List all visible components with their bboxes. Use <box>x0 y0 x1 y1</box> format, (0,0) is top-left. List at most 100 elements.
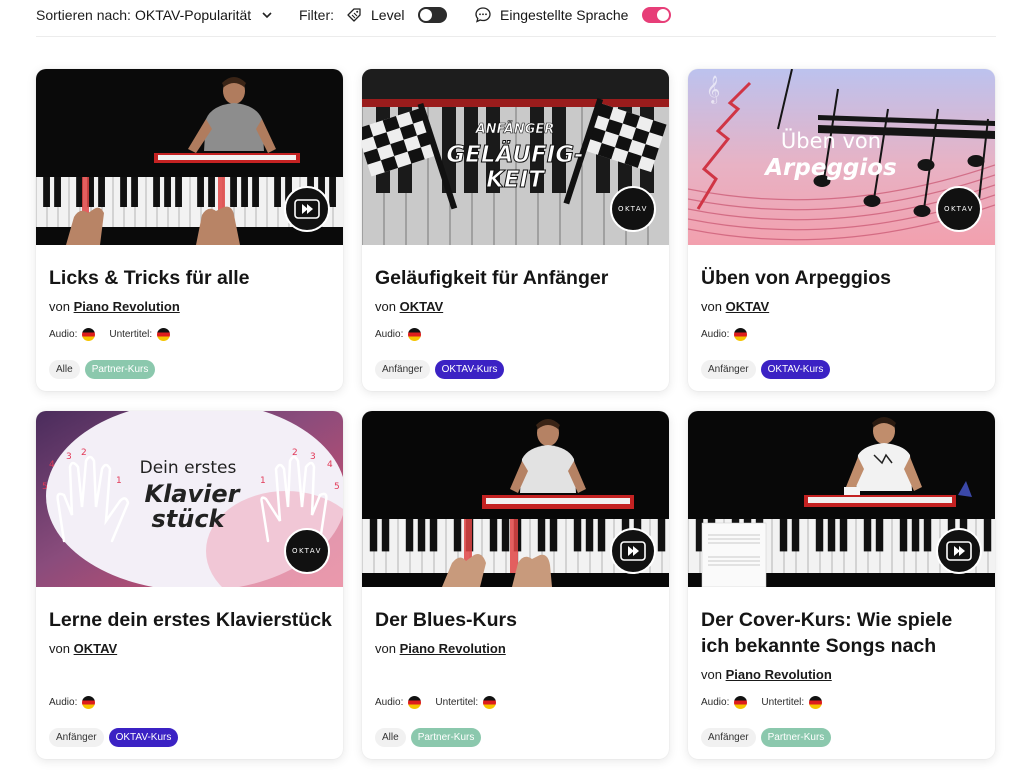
course-thumbnail: ANFÄNGER GELÄUFIG- KEIT OKTAV <box>362 69 669 245</box>
play-badge <box>284 186 330 232</box>
play-icon <box>620 541 646 561</box>
oktav-logo-text: OKTAV <box>292 547 322 555</box>
audio-label: Audio: <box>49 329 78 340</box>
language-toggle[interactable] <box>642 7 672 23</box>
course-tags: Anfänger OKTAV-Kurs <box>701 360 831 379</box>
course-tags: Anfänger Partner-Kurs <box>701 728 832 747</box>
audio-label: Audio: <box>701 329 730 340</box>
language-info: Audio: Untertitel: <box>701 696 823 709</box>
course-card-gelaeufigkeit[interactable]: ANFÄNGER GELÄUFIG- KEIT OKTAV Geläufigke… <box>362 69 669 391</box>
thumb-text-line1: ANFÄNGER <box>475 121 555 137</box>
course-title: Licks & Tricks für alle <box>49 267 250 289</box>
language-info: Audio: <box>701 328 748 341</box>
author-link[interactable]: OKTAV <box>74 641 118 656</box>
author-prefix: von <box>49 641 70 656</box>
level-filter[interactable]: Level <box>346 0 448 30</box>
course-card-blues[interactable]: Der Blues-Kurs von Piano Revolution Audi… <box>362 411 669 759</box>
course-author: von OKTAV <box>375 299 443 314</box>
course-thumbnail: 5 4 3 2 1 1 2 3 4 5 Dein erstes Klavier … <box>36 411 343 587</box>
german-flag-icon <box>157 328 171 341</box>
author-prefix: von <box>375 641 396 656</box>
thumb-text-line2: Klavier <box>144 480 241 508</box>
course-title: Der Cover-Kurs: Wie spiele ich bekannte … <box>701 609 953 657</box>
toggle-knob <box>420 9 433 21</box>
audio-label: Audio: <box>375 697 404 708</box>
language-info: Audio: Untertitel: <box>375 696 497 709</box>
german-flag-icon <box>483 696 497 709</box>
level-label: Level <box>371 7 405 23</box>
subtitle-label: Untertitel: <box>435 697 479 708</box>
course-thumbnail <box>36 69 343 245</box>
finger-number: 2 <box>81 448 87 458</box>
chevron-down-icon <box>262 12 272 19</box>
course-thumbnail <box>362 411 669 587</box>
language-info: Audio: Untertitel: <box>49 328 171 341</box>
finger-number: 5 <box>334 482 340 492</box>
oktav-logo-text: OKTAV <box>944 205 974 213</box>
finger-number: 3 <box>66 452 72 462</box>
audio-label: Audio: <box>701 697 730 708</box>
sort-dropdown[interactable]: OKTAV-Popularität <box>135 0 273 30</box>
course-card-erstes-klavierstueck[interactable]: 5 4 3 2 1 1 2 3 4 5 Dein erstes Klavier … <box>36 411 343 759</box>
course-author: von Piano Revolution <box>375 641 506 656</box>
play-icon <box>946 541 972 561</box>
course-card-arpeggios[interactable]: 𝄞 Üben von Arpeggios OKTAV Üben von Arpe… <box>688 69 995 391</box>
tag-icon <box>347 8 361 22</box>
course-author: von Piano Revolution <box>701 667 832 682</box>
course-title: Üben von Arpeggios <box>701 267 891 289</box>
course-card-cover[interactable]: Der Cover-Kurs: Wie spiele ich bekannte … <box>688 411 995 759</box>
thumb-text-line2: Arpeggios <box>763 155 897 181</box>
level-tag: Anfänger <box>49 728 104 747</box>
filter-bar: Sortieren nach: OKTAV-Popularität Filter… <box>36 0 996 37</box>
course-author: von Piano Revolution <box>49 299 180 314</box>
course-title: Der Blues-Kurs <box>375 609 517 631</box>
sort-value: OKTAV-Popularität <box>135 7 252 23</box>
german-flag-icon <box>809 696 823 709</box>
chat-bubble-icon <box>475 7 491 23</box>
german-flag-icon <box>734 696 748 709</box>
author-link[interactable]: OKTAV <box>400 299 444 314</box>
thumb-text-line1: Dein erstes <box>140 458 237 478</box>
level-tag: Alle <box>49 360 80 379</box>
author-link[interactable]: Piano Revolution <box>74 299 180 314</box>
author-link[interactable]: OKTAV <box>726 299 770 314</box>
level-tag: Anfänger <box>375 360 430 379</box>
thumb-text-line3: KEIT <box>486 167 546 193</box>
course-title: Geläufigkeit für Anfänger <box>375 267 609 289</box>
thumb-text-line1: Üben von <box>781 128 881 153</box>
german-flag-icon <box>408 696 422 709</box>
course-tags: Alle Partner-Kurs <box>49 360 156 379</box>
oktav-badge: OKTAV <box>284 528 330 574</box>
subtitle-label: Untertitel: <box>761 697 805 708</box>
course-tags: Anfänger OKTAV-Kurs <box>49 728 179 747</box>
language-info: Audio: <box>49 696 96 709</box>
german-flag-icon <box>82 328 96 341</box>
finger-number: 4 <box>327 460 333 470</box>
author-link[interactable]: Piano Revolution <box>726 667 832 682</box>
subtitle-label: Untertitel: <box>109 329 153 340</box>
language-filter[interactable]: Eingestellte Sprache <box>474 0 672 30</box>
oktav-badge: OKTAV <box>936 186 982 232</box>
author-prefix: von <box>701 667 722 682</box>
course-card-licks-tricks[interactable]: Licks & Tricks für alle von Piano Revolu… <box>36 69 343 391</box>
language-label: Eingestellte Sprache <box>500 7 629 23</box>
author-prefix: von <box>49 299 70 314</box>
audio-label: Audio: <box>375 329 404 340</box>
oktav-badge: OKTAV <box>610 186 656 232</box>
finger-number: 5 <box>42 482 48 492</box>
sort-label: Sortieren nach: <box>36 7 131 23</box>
author-link[interactable]: Piano Revolution <box>400 641 506 656</box>
level-tag: Anfänger <box>701 728 756 747</box>
course-tags: Alle Partner-Kurs <box>375 728 482 747</box>
level-toggle[interactable] <box>418 7 448 23</box>
course-tags: Anfänger OKTAV-Kurs <box>375 360 505 379</box>
filter-label: Filter: <box>299 7 334 23</box>
course-thumbnail: 𝄞 Üben von Arpeggios OKTAV <box>688 69 995 245</box>
thumb-text-line2: GELÄUFIG- <box>446 140 583 168</box>
author-prefix: von <box>701 299 722 314</box>
treble-clef-icon: 𝄞 <box>706 75 720 104</box>
finger-number: 1 <box>116 476 122 486</box>
partner-course-tag: Partner-Kurs <box>410 728 482 747</box>
thumb-text-line3: stück <box>151 505 226 533</box>
german-flag-icon <box>734 328 748 341</box>
